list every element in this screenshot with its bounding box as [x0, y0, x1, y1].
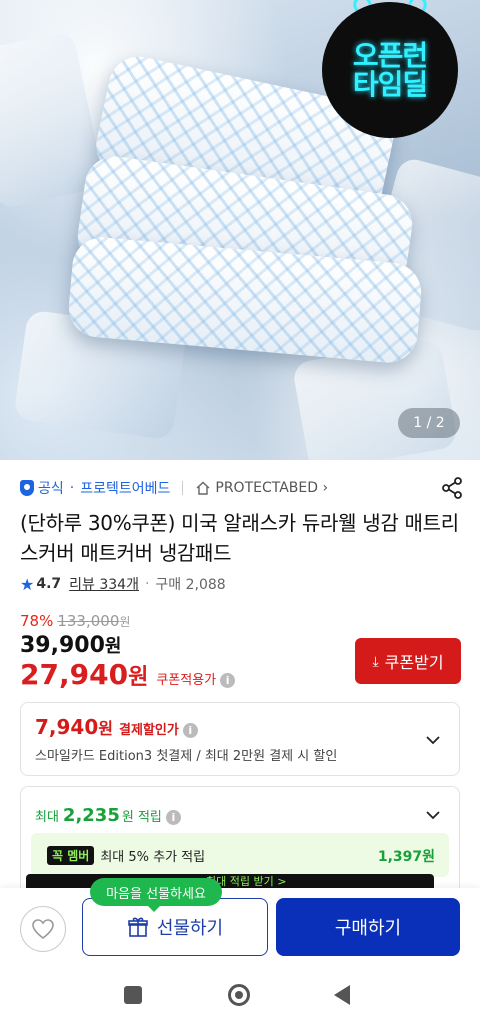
purchase-count: 구매 2,088: [155, 577, 226, 593]
rating-row: ★ 4.7 리뷰 334개 · 구매 2,088: [20, 574, 226, 594]
bottom-action-bar: 선물하기 구매하기: [0, 888, 480, 970]
store-name-link[interactable]: 프로텍트어베드: [80, 478, 170, 498]
member-reward-description: 최대 5% 추가 적립: [100, 850, 206, 865]
product-title: (단하루 30%쿠폰) 미국 알래스카 듀라웰 냉감 매트리스커버 매트커버 냉…: [20, 511, 459, 565]
gift-icon: [128, 917, 148, 937]
sale-price-unit: 원: [104, 636, 122, 657]
system-navigation-bar: [0, 970, 480, 1024]
alarm-bell-icon: [350, 0, 372, 12]
info-icon[interactable]: i: [182, 723, 198, 738]
heart-icon: [32, 919, 54, 940]
badge-line1: 오픈런: [352, 38, 428, 72]
get-coupon-button[interactable]: ⤓ 쿠폰받기: [355, 638, 461, 684]
official-label: 공식: [38, 481, 64, 497]
home-icon: [196, 481, 210, 495]
share-icon[interactable]: [440, 476, 464, 500]
chevron-down-icon[interactable]: [425, 732, 441, 748]
store-row: 공식 · 프로텍트어베드 PROTECTABED ›: [20, 476, 464, 500]
coupon-button-label: 쿠폰받기: [384, 655, 444, 672]
badge-line2: 타임딜: [352, 68, 428, 101]
reward-prefix: 최대: [35, 810, 59, 825]
rating-value: 4.7: [36, 576, 62, 592]
payment-discount-card[interactable]: 7,940 원 결제할인가 i 스마일카드 Edition3 첫결제 / 최대 2…: [20, 702, 460, 776]
coupon-applied-label: 쿠폰적용가: [156, 673, 217, 688]
dot-separator: ·: [69, 480, 75, 496]
star-icon: ★: [20, 574, 35, 594]
alarm-bell-icon: [408, 0, 430, 12]
info-icon[interactable]: i: [165, 810, 181, 825]
gift-button[interactable]: 선물하기: [82, 898, 268, 956]
divider: [182, 481, 184, 495]
gift-button-label: 선물하기: [156, 918, 224, 938]
buy-button[interactable]: 구매하기: [276, 898, 460, 956]
gift-tooltip: 마음을 선물하세요: [90, 878, 222, 912]
member-tag: 꼭 멤버: [47, 846, 95, 865]
sale-price: 39,900: [20, 633, 105, 658]
chevron-down-icon[interactable]: [425, 807, 441, 823]
home-button-icon[interactable]: [228, 984, 250, 1006]
wishlist-button[interactable]: [20, 906, 66, 952]
reward-amount: 2,235: [62, 805, 120, 826]
payment-discount-label: 결제할인가: [119, 723, 179, 738]
download-icon: ⤓: [372, 652, 379, 669]
reviews-link[interactable]: 리뷰 334개: [69, 574, 139, 594]
original-price-unit: 원: [119, 615, 131, 629]
payment-discount-unit: 원: [98, 719, 113, 738]
info-icon[interactable]: i: [220, 673, 236, 688]
reward-suffix: 원 적립: [121, 810, 162, 825]
image-counter: 1 / 2: [398, 408, 460, 438]
coupon-price: 27,940: [20, 658, 129, 691]
member-reward-value: 1,397원: [377, 849, 435, 865]
recent-apps-icon[interactable]: [124, 986, 142, 1004]
discount-rate: 78%: [20, 612, 54, 630]
coupon-price-unit: 원: [128, 665, 149, 690]
payment-discount-price: 7,940: [35, 715, 99, 739]
dot-separator: ·: [144, 576, 150, 592]
opentun-timedeal-badge: 오픈런 타임딜: [322, 0, 458, 138]
product-image[interactable]: 오픈런 타임딜 1 / 2: [0, 0, 480, 460]
official-shield-icon: [20, 480, 34, 496]
payment-discount-description: 스마일카드 Edition3 첫결제 / 최대 2만원 결제 시 할인: [35, 749, 338, 764]
back-icon[interactable]: [334, 985, 350, 1005]
member-reward-box: 꼭 멤버 최대 5% 추가 적립 1,397원: [31, 833, 449, 877]
original-price: 133,000: [57, 612, 120, 630]
brand-link[interactable]: PROTECTABED ›: [215, 480, 328, 496]
